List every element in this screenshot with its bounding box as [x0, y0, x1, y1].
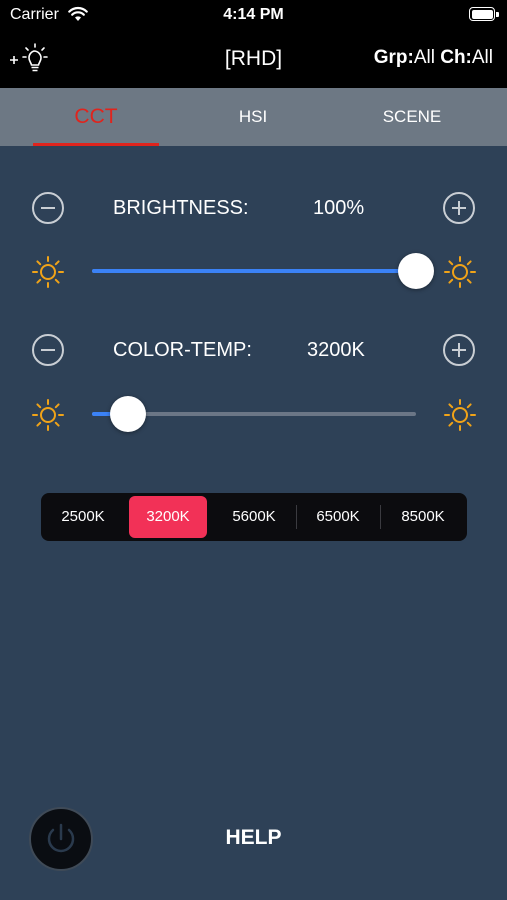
preset-3200k[interactable]: 3200K	[129, 496, 207, 538]
brightness-value: 100%	[313, 197, 365, 219]
color-temp-label: COLOR-TEMP:	[113, 339, 252, 361]
group-channel-selector[interactable]: Grp:All Ch:All	[374, 47, 493, 69]
preset-6500k[interactable]: 6500K	[297, 496, 379, 538]
minus-icon	[41, 207, 55, 209]
mode-tabs: CCT HSI SCENE	[0, 88, 507, 146]
group-value: All	[413, 47, 435, 68]
preset-8500k[interactable]: 8500K	[381, 496, 465, 538]
status-time: 4:14 PM	[223, 6, 284, 23]
sun-icon-cool	[444, 399, 476, 431]
cct-preset-selector: 2500K 3200K 5600K 6500K 8500K	[41, 493, 467, 541]
plus-icon	[458, 343, 460, 357]
brightness-label: BRIGHTNESS:	[113, 197, 249, 219]
sun-icon-dim	[32, 256, 64, 288]
brightness-thumb[interactable]	[398, 253, 434, 289]
color-temp-thumb[interactable]	[109, 396, 146, 432]
sun-icon-warm	[32, 399, 64, 431]
help-button[interactable]: HELP	[0, 826, 507, 850]
color-temp-value: 3200K	[307, 339, 365, 361]
brightness-fill	[92, 269, 416, 273]
color-temp-slider[interactable]	[92, 396, 416, 432]
status-bar: Carrier 4:14 PM	[0, 0, 507, 32]
group-label: Grp:	[373, 47, 414, 68]
channel-value: All	[471, 47, 493, 68]
brightness-increase-button[interactable]	[443, 192, 475, 224]
battery-icon	[469, 7, 499, 21]
top-bar: Carrier 4:14 PM [RHD] Grp:All Ch:All	[0, 0, 507, 88]
brightness-slider[interactable]	[92, 253, 434, 289]
channel-label: Ch:	[440, 47, 472, 68]
color-temp-decrease-button[interactable]	[32, 334, 64, 366]
minus-icon	[41, 349, 55, 351]
brightness-decrease-button[interactable]	[32, 192, 64, 224]
preset-2500k[interactable]: 2500K	[43, 496, 123, 538]
tab-hsi[interactable]: HSI	[190, 88, 316, 146]
preset-5600k[interactable]: 5600K	[213, 496, 295, 538]
tab-cct[interactable]: CCT	[33, 88, 159, 146]
plus-icon	[458, 201, 460, 215]
tab-scene[interactable]: SCENE	[349, 88, 475, 146]
color-temp-increase-button[interactable]	[443, 334, 475, 366]
sun-icon-bright	[444, 256, 476, 288]
